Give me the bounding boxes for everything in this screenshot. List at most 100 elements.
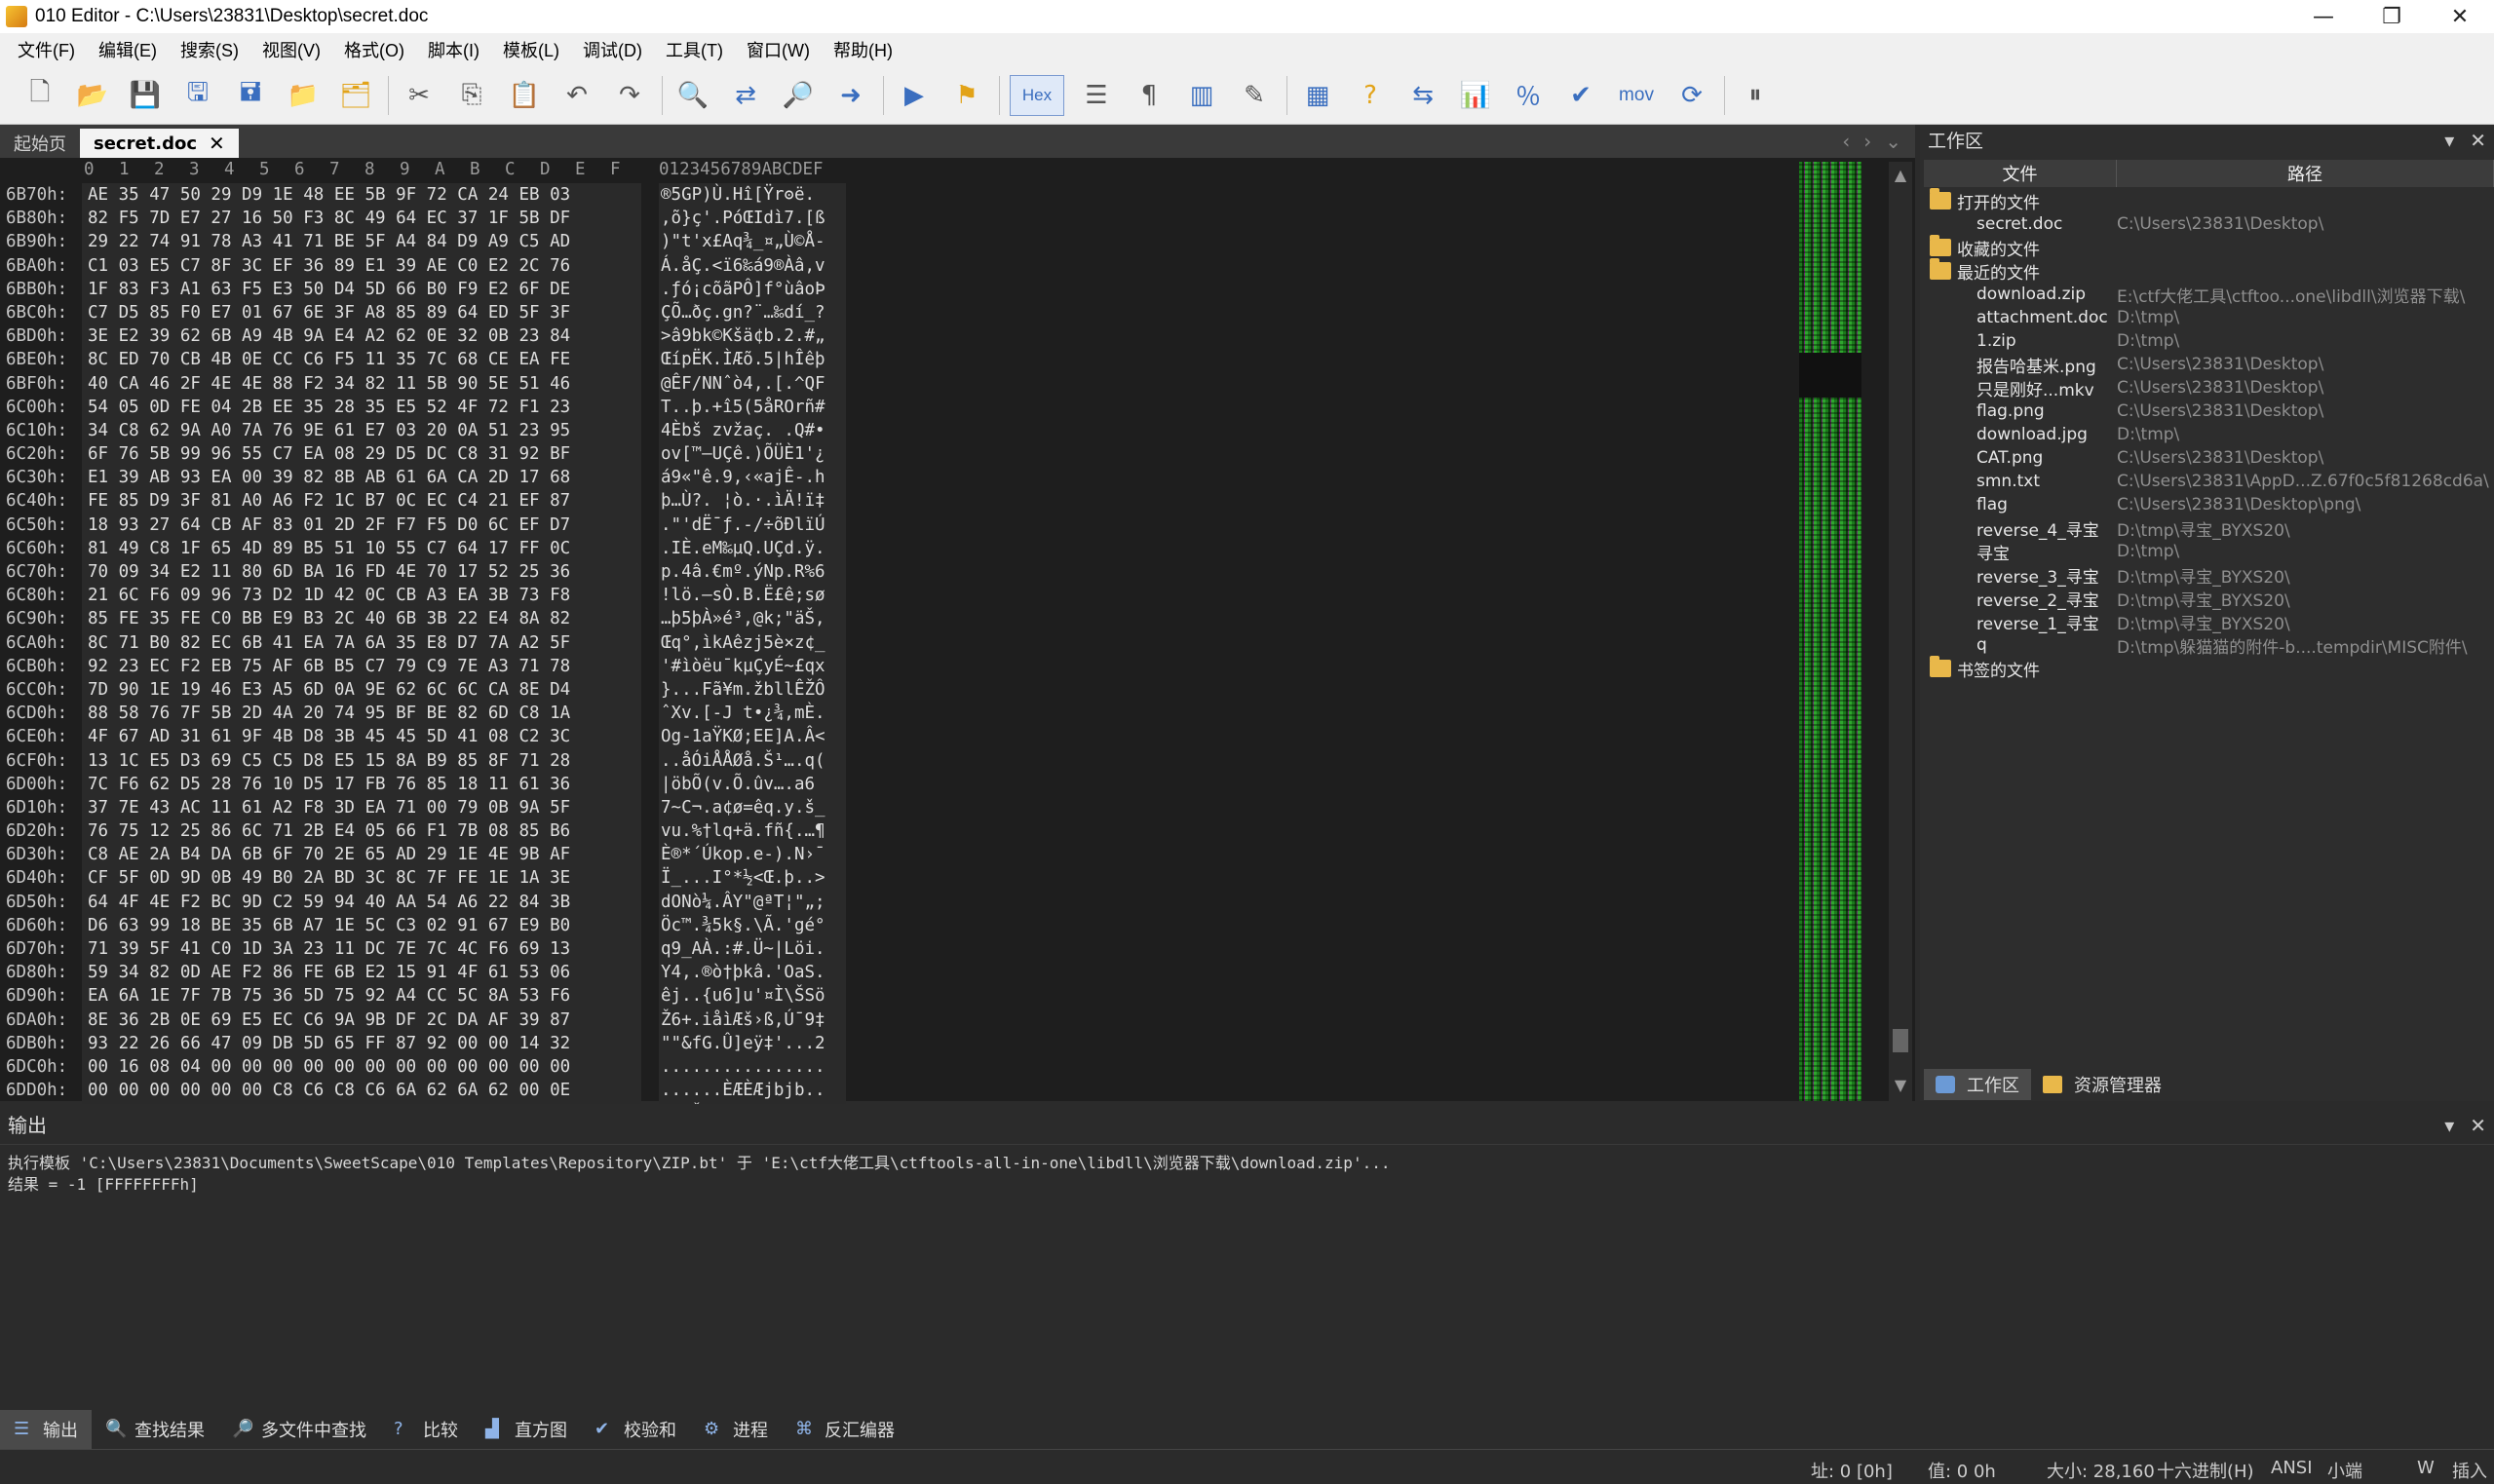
workspace-file-item[interactable]: reverse_3_寻宝 D:\tmp\寻宝_BYXS20\ [1924, 563, 2494, 588]
tab-histogram[interactable]: ▟ 直方图 [472, 1410, 581, 1449]
row-bytes[interactable]: 4F 67 AD 31 61 9F 4B D8 3B 45 45 5D 41 0… [82, 725, 641, 749]
panel-close-icon[interactable]: ✕ [2470, 1114, 2486, 1137]
panel-close-icon[interactable]: ✕ [2470, 129, 2486, 152]
row-chars[interactable]: È®*´Úkop.e-).N›¯ [659, 843, 846, 867]
status-width[interactable]: W [2417, 1458, 2435, 1478]
row-bytes[interactable]: 54 05 0D FE 04 2B EE 35 28 35 E5 52 4F 7… [82, 395, 641, 419]
tab-compare[interactable]: ? 比较 [380, 1410, 472, 1449]
row-chars[interactable]: }...Fã¥m.žbllÊŽÔ [659, 677, 846, 703]
row-chars[interactable]: !lö.–sÒ.B.Ë£ê;sø [659, 584, 846, 608]
hex-mode-button[interactable]: Hex [1010, 74, 1064, 116]
row-bytes[interactable]: 70 09 34 E2 11 80 6D BA 16 FD 4E 70 17 5… [82, 560, 641, 585]
row-bytes[interactable]: C8 AE 2A B4 DA 6B 6F 70 2E 65 AD 29 1E 4… [82, 843, 641, 867]
row-chars[interactable]: êj..{u6]u'¤Ì\ŠSö [659, 984, 846, 1008]
save-icon[interactable]: 💾 [125, 75, 166, 116]
row-bytes[interactable]: 1F 83 F3 A1 63 F5 E3 50 D4 5D 66 B0 F9 E… [82, 277, 641, 301]
row-chars[interactable]: 4Èbš zvžaç. .Q#• [659, 418, 846, 443]
row-chars[interactable]: q9_AÀ.:#.Ü~|Löi. [659, 937, 846, 962]
status-encoding[interactable]: ANSI [2271, 1458, 2313, 1478]
checksum-icon[interactable]: ％ [1508, 75, 1549, 116]
row-bytes[interactable]: 21 6C F6 09 96 73 D2 1D 42 0C CB A3 EA 3… [82, 584, 641, 608]
open-project-icon[interactable]: 🗂 [335, 75, 376, 116]
panel-menu-icon[interactable]: ▾ [2444, 129, 2454, 152]
row-chars[interactable]: á9«"ê.9,‹«ajÊ-.h [659, 466, 846, 490]
row-bytes[interactable]: 76 75 12 25 86 6C 71 2B E4 05 66 F1 7B 0… [82, 819, 641, 844]
workspace-group[interactable]: 打开的文件 [1924, 188, 2494, 213]
workspace-group[interactable]: 书签的文件 [1924, 656, 2494, 681]
row-bytes[interactable]: 3E E2 39 62 6B A9 4B 9A E4 A2 62 0E 32 0… [82, 324, 641, 349]
cut-icon[interactable]: ✂ [399, 75, 440, 116]
scroll-down-icon[interactable]: ▼ [1889, 1076, 1912, 1099]
row-chars[interactable]: ..åÓiÅÅØå.Š¹….q( [659, 748, 846, 773]
row-chars[interactable]: ......ÈÆÈÆjbjb.. [659, 1079, 846, 1103]
workspace-file-item[interactable]: download.jpg D:\tmp\ [1924, 423, 2494, 446]
pause-icon[interactable]: ⏸ [1735, 75, 1776, 116]
column-header-file[interactable]: 文件 [1924, 160, 2117, 187]
menu-view[interactable]: 视图(V) [250, 37, 332, 62]
row-bytes[interactable]: 18 93 27 64 CB AF 83 01 2D 2F F7 F5 D0 6… [82, 513, 641, 537]
workspace-file-item[interactable]: reverse_4_寻宝 D:\tmp\寻宝_BYXS20\ [1924, 516, 2494, 541]
help-icon[interactable]: ? [1350, 75, 1391, 116]
row-bytes[interactable]: 7D 90 1E 19 46 E3 A5 6D 0A 9E 62 6C 6C C… [82, 677, 641, 703]
status-endian[interactable]: 小端 [2327, 1458, 2362, 1483]
row-bytes[interactable]: 88 58 76 7F 5B 2D 4A 20 74 95 BF BE 82 6… [82, 702, 641, 726]
menu-window[interactable]: 窗口(W) [735, 37, 822, 62]
workspace-file-item[interactable]: 只是刚好...mkv C:\Users\23831\Desktop\ [1924, 376, 2494, 400]
scroll-thumb[interactable] [1893, 1029, 1908, 1052]
replace-icon[interactable]: ⇄ [725, 75, 766, 116]
row-chars[interactable]: Ï_...I°*½<Œ.þ..> [659, 866, 846, 891]
row-bytes[interactable]: CF 5F 0D 9D 0B 49 B0 2A BD 3C 8C 7F FE 1… [82, 866, 641, 891]
workspace-file-item[interactable]: smn.txt C:\Users\23831\AppD...Z.67f0c5f81… [1924, 470, 2494, 493]
goto-icon[interactable]: ➜ [830, 75, 871, 116]
row-bytes[interactable]: C7 D5 85 F0 E7 01 67 6E 3F A8 85 89 64 E… [82, 300, 641, 325]
tab-start-page[interactable]: 起始页 [0, 129, 80, 158]
chevron-left-icon[interactable]: ‹ [1842, 130, 1850, 153]
row-bytes[interactable]: AE 35 47 50 29 D9 1E 48 EE 5B 9F 72 CA 2… [82, 183, 641, 208]
tab-checksum[interactable]: ✔ 校验和 [581, 1410, 690, 1449]
workspace-file-item[interactable]: 寻宝 D:\tmp\ [1924, 540, 2494, 564]
row-chars[interactable]: ŒípËK.ÌÆõ.5|hÎêþ [659, 348, 846, 372]
status-insert[interactable]: 插入 [2452, 1458, 2487, 1483]
row-bytes[interactable]: 64 4F 4E F2 BC 9D C2 59 94 40 AA 54 A6 2… [82, 890, 641, 914]
row-bytes[interactable]: 59 34 82 0D AE F2 86 FE 6B E2 15 91 4F 6… [82, 961, 641, 985]
maximize-button[interactable]: ❐ [2358, 0, 2426, 33]
row-chars[interactable]: Og-1aŸKØ;EE]A.Â< [659, 725, 846, 749]
row-chars[interactable]: )"t'x£Aq¾_¤„Ù©Å- [659, 230, 846, 254]
highlight-icon[interactable]: ✎ [1234, 75, 1275, 116]
checkmark-icon[interactable]: ✔ [1560, 75, 1601, 116]
tab-workspace[interactable]: 工作区 [1924, 1069, 2031, 1100]
workspace-file-item[interactable]: flag.png C:\Users\23831\Desktop\ [1924, 400, 2494, 423]
new-file-icon[interactable]: 🗋 [19, 75, 60, 116]
open-folder-icon[interactable]: 📁 [283, 75, 324, 116]
row-chars[interactable]: ov[™–UÇê.)ÕÜÈ1'¿ [659, 442, 846, 467]
row-chars[interactable]: ""&fG.Û]eÿ‡'...2 [659, 1031, 846, 1055]
row-bytes[interactable]: 8C 71 B0 82 EC 6B 41 EA 7A 6A 35 E8 D7 7… [82, 630, 641, 655]
row-bytes[interactable]: 34 C8 62 9A A0 7A 76 9E 61 E7 03 20 0A 5… [82, 418, 641, 443]
row-bytes[interactable]: 13 1C E5 D3 69 C5 C5 D8 E5 15 8A B9 85 8… [82, 748, 641, 773]
row-chars[interactable]: vu.%†lq+ä.fñ{.…¶ [659, 819, 846, 844]
row-bytes[interactable]: 7C F6 62 D5 28 76 10 D5 17 FB 76 85 18 1… [82, 772, 641, 796]
pilcrow-icon[interactable]: ¶ [1129, 75, 1170, 116]
hex-minimap[interactable] [1799, 162, 1861, 1101]
row-bytes[interactable]: 29 22 74 91 78 A3 41 71 BE 5F A4 84 D9 A… [82, 230, 641, 254]
row-chars[interactable]: ®5GP)Ù.Hî[Ÿrʘë. [659, 183, 846, 208]
copy-icon[interactable]: ⎘ [451, 75, 492, 116]
row-chars[interactable]: Öc™.¾5k§.\Ã.'gé° [659, 913, 846, 938]
minimize-button[interactable]: — [2289, 0, 2358, 33]
row-chars[interactable]: Œq°,ìkAêzj5è×z¢_ [659, 630, 846, 655]
row-bytes[interactable]: 40 CA 46 2F 4E 4E 88 F2 34 82 11 5B 90 5… [82, 371, 641, 396]
workspace-file-item[interactable]: reverse_1_寻宝 D:\tmp\寻宝_BYXS20\ [1924, 610, 2494, 634]
script-icon[interactable]: ⚑ [946, 75, 987, 116]
menu-edit[interactable]: 编辑(E) [87, 37, 169, 62]
close-tab-icon[interactable]: ✕ [209, 132, 225, 155]
row-chars[interactable]: Y4,.®ò†þkâ.'OaS. [659, 961, 846, 985]
row-bytes[interactable]: 85 FE 35 FE C0 BB E9 B3 2C 40 6B 3B 22 E… [82, 607, 641, 631]
menu-tools[interactable]: 工具(T) [654, 37, 735, 62]
row-bytes[interactable]: 92 23 EC F2 EB 75 AF 6B B5 C7 79 C9 7E A… [82, 654, 641, 678]
row-bytes[interactable]: 00 00 00 00 00 00 C8 C6 C8 C6 6A 62 6A 6… [82, 1079, 641, 1103]
workspace-file-item[interactable]: 报告哈基米.png C:\Users\23831\Desktop\ [1924, 353, 2494, 377]
row-chars[interactable]: @ÊF/NNˆò4,.[.^QF [659, 371, 846, 396]
open-file-icon[interactable]: 📂 [72, 75, 113, 116]
menu-file[interactable]: 文件(F) [6, 37, 87, 62]
workspace-file-item[interactable]: flag C:\Users\23831\Desktop\png\ [1924, 493, 2494, 516]
